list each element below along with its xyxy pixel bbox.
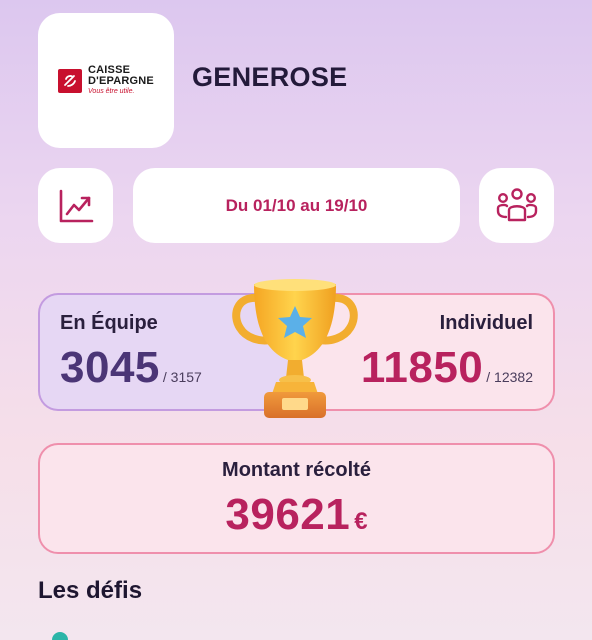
logo-brand-line2: D'EPARGNE (88, 75, 154, 87)
stats-button[interactable] (38, 168, 113, 243)
brand-logo-card: CAISSE D'EPARGNE Vous être utile. (38, 13, 174, 148)
team-label: En Équipe (60, 312, 158, 334)
individual-value: 11850 (360, 343, 484, 392)
team-value: 3045 (60, 343, 160, 392)
individual-label: Individuel (439, 312, 533, 334)
logo-tagline: Vous être utile. (88, 88, 135, 95)
amount-label: Montant récolté (222, 459, 371, 481)
trophy-icon (232, 279, 358, 418)
page-title: GENEROSE (192, 62, 348, 92)
team-button[interactable] (479, 168, 554, 243)
date-range-pill[interactable]: Du 01/10 au 19/10 (133, 168, 460, 243)
amount-collected-card: Montant récolté 39621 € (38, 443, 555, 554)
amount-currency: € (354, 508, 368, 535)
amount-value: 39621 (225, 490, 351, 539)
trending-up-icon (59, 189, 93, 222)
users-group-icon (496, 187, 537, 221)
team-total: / 3157 (162, 369, 202, 385)
date-range-label: Du 01/10 au 19/10 (225, 195, 368, 215)
individual-total: / 12382 (486, 369, 533, 385)
challenge-item-peek (52, 632, 68, 640)
challenges-section-title: Les défis (38, 577, 143, 604)
squirrel-logo-icon (58, 68, 83, 93)
caisse-epargne-logo: CAISSE D'EPARGNE Vous être utile. (58, 65, 154, 96)
